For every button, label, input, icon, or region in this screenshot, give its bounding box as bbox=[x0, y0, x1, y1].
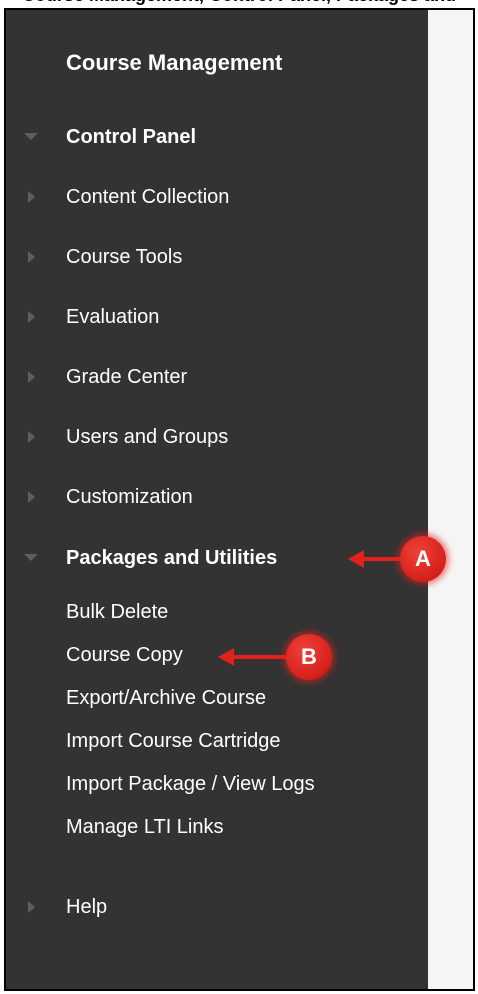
subitem-bulk-delete[interactable]: Bulk Delete bbox=[66, 601, 168, 624]
menu-item-label: Help bbox=[66, 895, 108, 918]
collapsed-triangle-icon bbox=[28, 431, 35, 443]
packages-and-utilities-label: Packages and Utilities bbox=[66, 546, 278, 569]
callout-a-badge: A bbox=[400, 536, 446, 582]
menu-item-label: Users and Groups bbox=[66, 425, 229, 448]
panel-title: Course Management bbox=[66, 50, 283, 75]
course-management-panel: Course Management Control Panel Content … bbox=[6, 10, 428, 989]
collapsed-triangle-icon bbox=[28, 371, 35, 383]
callout-b-badge: B bbox=[286, 634, 332, 680]
menu-item-label: Grade Center bbox=[66, 365, 188, 388]
menu-item-customization[interactable]: Customization bbox=[6, 482, 428, 512]
collapsed-triangle-icon bbox=[28, 311, 35, 323]
subitem-import-course-cartridge[interactable]: Import Course Cartridge bbox=[66, 730, 281, 753]
menu-item-grade-center[interactable]: Grade Center bbox=[6, 362, 428, 392]
content-area bbox=[428, 10, 473, 989]
collapsed-triangle-icon bbox=[28, 251, 35, 263]
expanded-triangle-icon bbox=[24, 554, 38, 561]
menu-item-label: Evaluation bbox=[66, 305, 160, 328]
subitem-export-archive-course[interactable]: Export/Archive Course bbox=[66, 687, 266, 710]
menu-item-label: Course Tools bbox=[66, 245, 183, 268]
expanded-triangle-icon bbox=[24, 133, 38, 140]
menu-item-help[interactable]: Help bbox=[6, 892, 428, 922]
menu-item-evaluation[interactable]: Evaluation bbox=[6, 302, 428, 332]
subitem-manage-lti-links[interactable]: Manage LTI Links bbox=[66, 816, 224, 839]
menu-item-users-and-groups[interactable]: Users and Groups bbox=[6, 422, 428, 452]
menu-item-label: Customization bbox=[66, 485, 193, 508]
control-panel-toggle[interactable]: Control Panel bbox=[6, 122, 428, 152]
menu-item-course-tools[interactable]: Course Tools bbox=[6, 242, 428, 272]
collapsed-triangle-icon bbox=[28, 191, 35, 203]
menu-item-content-collection[interactable]: Content Collection bbox=[6, 182, 428, 212]
control-panel-label: Control Panel bbox=[66, 125, 197, 148]
collapsed-triangle-icon bbox=[28, 491, 35, 503]
subitem-course-copy[interactable]: Course Copy bbox=[66, 644, 183, 667]
menu-item-label: Content Collection bbox=[66, 185, 230, 208]
screenshot-frame: Course Management Control Panel Content … bbox=[4, 8, 475, 991]
collapsed-triangle-icon bbox=[28, 901, 35, 913]
subitem-import-package-view-logs[interactable]: Import Package / View Logs bbox=[66, 773, 315, 796]
callout-b-line bbox=[230, 655, 290, 659]
